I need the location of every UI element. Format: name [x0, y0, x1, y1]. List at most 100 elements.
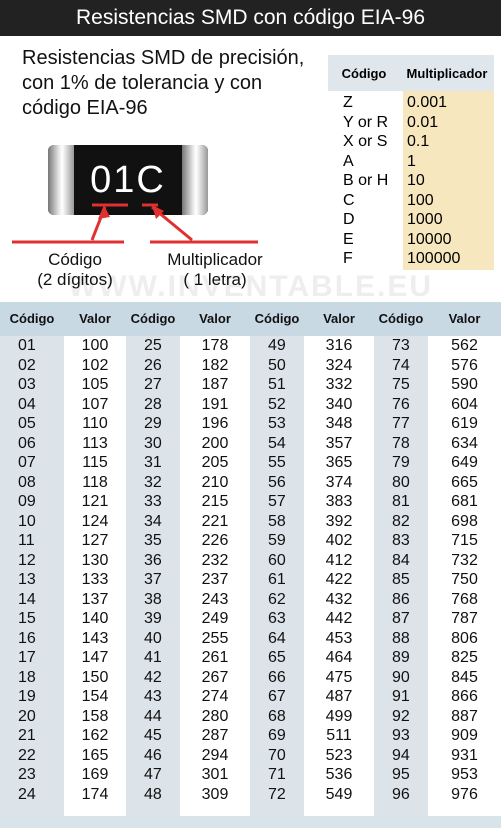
value-cell: 154 — [81, 688, 109, 705]
value-cell: 182 — [201, 356, 229, 374]
value-cell: 909 — [451, 727, 478, 744]
code-cell: 84 — [392, 551, 410, 569]
code-cell: 16 — [18, 629, 36, 647]
code-cell: 78 — [392, 434, 410, 452]
code-cell: 75 — [392, 376, 410, 393]
value-cell: 261 — [201, 649, 229, 666]
code-cell: 30 — [144, 434, 162, 452]
value-cell: 210 — [201, 473, 229, 491]
value-cell: 232 — [201, 551, 229, 569]
value-column: 316 324 332 340 348 357 365 374 383 392 402 412 422 4… — [304, 336, 374, 816]
code-cell: 80 — [392, 473, 410, 491]
multiplier-code-cell: C — [343, 191, 355, 209]
code-cell: 96 — [392, 785, 410, 803]
value-cell: 280 — [201, 707, 229, 725]
value-cell: 604 — [451, 395, 478, 413]
code-cell: 88 — [392, 629, 410, 647]
value-cell: 143 — [81, 629, 109, 647]
code-cell: 60 — [268, 551, 286, 569]
value-cell: 715 — [451, 532, 478, 549]
value-cell: 267 — [201, 668, 229, 686]
header-codigo: Código — [9, 311, 55, 326]
value-cell: 287 — [201, 727, 229, 744]
code-cell: 08 — [18, 473, 36, 491]
value-cell: 649 — [451, 454, 478, 471]
code-cell: 18 — [18, 668, 36, 686]
code-cell: 86 — [392, 590, 410, 608]
code-cell: 27 — [144, 376, 162, 393]
code-cell: 15 — [18, 610, 36, 627]
value-cell: 294 — [201, 746, 229, 764]
value-cell: 619 — [451, 415, 478, 432]
code-column: 73 74 75 76 77 78 79 80 81 82 83 84 85 86 87 88 89 90 91 92… — [374, 336, 428, 816]
value-cell: 825 — [451, 649, 478, 666]
value-cell: 392 — [325, 512, 353, 530]
code-cell: 13 — [18, 571, 36, 588]
value-cell: 590 — [451, 376, 478, 393]
value-cell: 523 — [325, 746, 353, 764]
header-codigo: Código — [130, 311, 176, 326]
value-cell: 255 — [201, 629, 229, 647]
value-cell: 158 — [81, 707, 109, 725]
value-column: 178 182 187 191 196 200 205 210 215 221 226 232 237 2… — [180, 336, 250, 816]
code-cell: 12 — [18, 551, 36, 569]
value-cell: 301 — [201, 766, 229, 783]
code-cell: 17 — [18, 649, 36, 666]
code-cell: 20 — [18, 707, 36, 725]
multiplier-codes-column: Z Y or R X or S A B or H CDEF — [328, 91, 403, 270]
header-codigo: Código — [254, 311, 300, 326]
code-cell: 07 — [18, 454, 36, 471]
code-label: Código (2 dígitos) — [20, 250, 130, 290]
code-cell: 09 — [18, 493, 36, 510]
code-cell: 11 — [18, 532, 35, 549]
value-cell: 274 — [201, 688, 229, 705]
multiplier-code-cell: B or H — [343, 172, 389, 189]
code-column: 01 02 03 04 05 06 07 08 09 10 11 12 13 14 15 16 17 18 19 20… — [0, 336, 64, 816]
code-label-sub: (2 dígitos) — [37, 270, 113, 289]
code-cell: 28 — [144, 395, 162, 413]
code-cell: 54 — [268, 434, 286, 452]
code-cell: 81 — [392, 493, 410, 510]
value-cell: 787 — [451, 610, 478, 627]
header-valor: Valor — [448, 311, 481, 326]
code-cell: 42 — [144, 668, 162, 686]
code-cell: 14 — [18, 590, 36, 608]
code-cell: 67 — [268, 688, 286, 705]
code-cell: 93 — [392, 727, 410, 744]
value-cell: 383 — [325, 493, 353, 510]
multiplier-value-cell: 100 — [407, 191, 434, 209]
value-cell: 665 — [451, 473, 478, 491]
multiplier-value-cell: 1 — [407, 152, 416, 170]
value-cell: 511 — [326, 727, 352, 744]
value-cell: 316 — [325, 337, 353, 354]
mult-header-mult: Multiplicador — [406, 65, 488, 81]
value-cell: 169 — [81, 766, 109, 783]
multiplier-value-cell: 10000 — [407, 230, 452, 248]
value-column: 562 576 590 604 619 634 649 665 681 698 715 732 750 7… — [428, 336, 501, 816]
code-cell: 46 — [144, 746, 162, 764]
value-cell: 464 — [325, 649, 353, 666]
code-cell: 95 — [392, 766, 410, 783]
value-cell: 102 — [81, 356, 109, 374]
code-cell: 82 — [392, 512, 410, 530]
value-cell: 191 — [201, 395, 229, 413]
code-cell: 21 — [18, 727, 36, 744]
value-cell: 453 — [325, 629, 353, 647]
code-cell: 89 — [392, 649, 410, 666]
code-cell: 76 — [392, 395, 410, 413]
multiplier-table-header: Código Multiplicador — [328, 55, 494, 91]
value-cell: 105 — [81, 376, 109, 393]
code-cell: 62 — [268, 590, 286, 608]
multiplier-value-cell: 0.001 — [407, 94, 448, 111]
code-cell: 47 — [144, 766, 162, 783]
value-cell: 115 — [82, 454, 108, 471]
code-cell: 36 — [144, 551, 162, 569]
value-cell: 249 — [201, 610, 229, 627]
multiplier-value-cell: 0.01 — [407, 113, 439, 131]
value-cell: 887 — [451, 707, 478, 725]
value-cell: 140 — [81, 610, 109, 627]
value-cell: 118 — [82, 473, 108, 491]
value-cell: 549 — [325, 785, 353, 803]
value-cell: 681 — [451, 493, 478, 510]
callout-arrows — [12, 203, 258, 244]
